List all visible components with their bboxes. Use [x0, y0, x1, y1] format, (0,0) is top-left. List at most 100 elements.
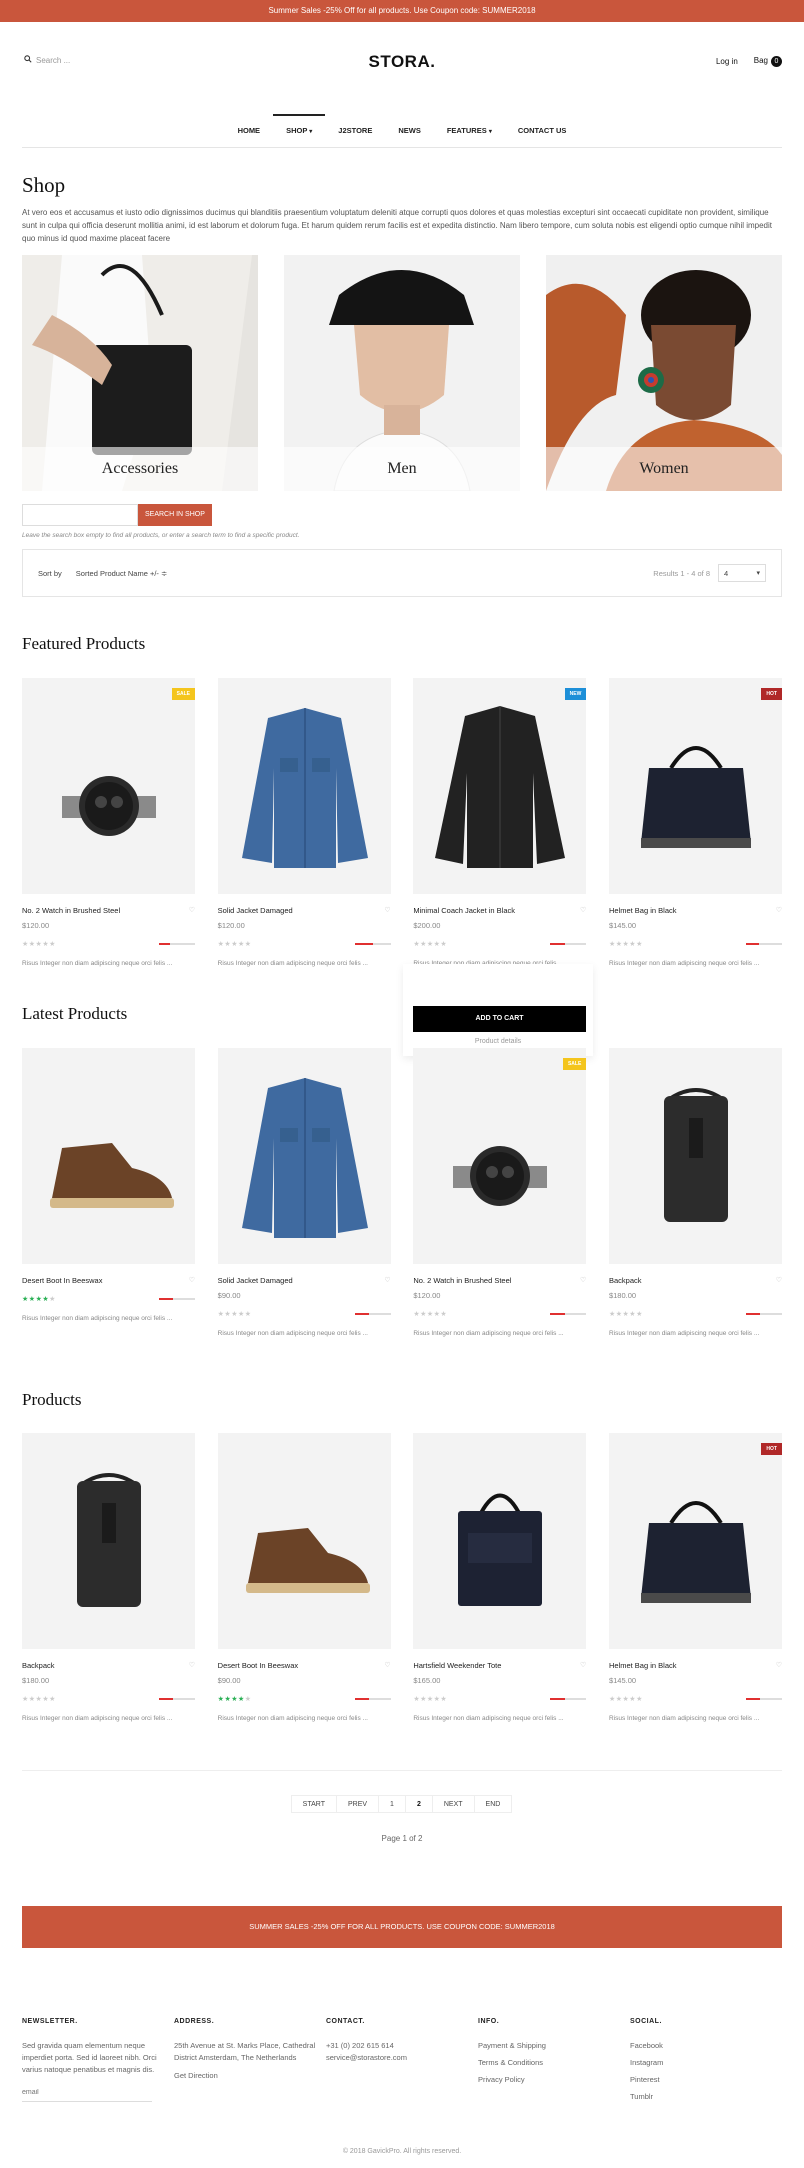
- contact-phone[interactable]: +31 (0) 202 615 614: [326, 2040, 478, 2052]
- social-instagram[interactable]: Instagram: [630, 2057, 782, 2069]
- product-image[interactable]: HOT: [608, 1433, 782, 1649]
- product-card[interactable]: Backpack ♡ $180.00 ★★★★★ Risus Integer no…: [608, 1048, 782, 1337]
- denim-jacket-image: [241, 708, 368, 868]
- product-card[interactable]: SALE No. 2 Watch in Brushed Steel ♡ $120.…: [22, 678, 195, 967]
- tote-image: [458, 1493, 543, 1606]
- page-end[interactable]: END: [473, 1795, 513, 1813]
- stock-bar: [159, 1298, 195, 1300]
- product-image[interactable]: [217, 1048, 391, 1264]
- page-2[interactable]: 2: [404, 1795, 433, 1813]
- rating-stars: ★★★★★: [608, 1311, 643, 1318]
- newsletter-email-input[interactable]: [22, 2084, 152, 2102]
- nav-news[interactable]: NEWS: [385, 114, 434, 147]
- product-name[interactable]: Solid Jacket Damaged: [218, 906, 293, 915]
- heart-icon[interactable]: ♡: [776, 906, 782, 915]
- page-1[interactable]: 1: [378, 1795, 406, 1813]
- product-name[interactable]: Desert Boot In Beeswax: [22, 1276, 102, 1285]
- search-in-shop-button[interactable]: SEARCH IN SHOP: [138, 504, 212, 526]
- product-image[interactable]: SALE: [413, 1048, 587, 1264]
- product-card[interactable]: Desert Boot In Beeswax ♡ $90.00 ★★★★★ Ris…: [217, 1433, 391, 1722]
- site-logo[interactable]: STORA.: [369, 52, 436, 72]
- product-name[interactable]: Helmet Bag in Black: [609, 1661, 677, 1670]
- page-start[interactable]: START: [290, 1795, 337, 1813]
- get-direction-link[interactable]: Get Direction: [174, 2070, 326, 2082]
- product-card[interactable]: Solid Jacket Damaged ♡ $90.00 ★★★★★ Risus…: [217, 1048, 391, 1337]
- product-image[interactable]: [217, 678, 391, 894]
- category-men[interactable]: Men: [284, 255, 520, 491]
- product-name[interactable]: Helmet Bag in Black: [609, 906, 677, 915]
- heart-icon[interactable]: ♡: [580, 906, 586, 915]
- footer-heading: INFO.: [478, 2018, 500, 2025]
- product-name[interactable]: Backpack: [609, 1276, 642, 1285]
- heart-icon[interactable]: ♡: [384, 906, 390, 915]
- product-name[interactable]: Backpack: [22, 1661, 55, 1670]
- product-card[interactable]: HOT Helmet Bag in Black ♡ $145.00 ★★★★★ R…: [608, 678, 782, 967]
- nav-features[interactable]: FEATURES ▾: [434, 114, 505, 147]
- product-description: Risus Integer non diam adipiscing neque …: [217, 1715, 368, 1722]
- social-facebook[interactable]: Facebook: [630, 2040, 782, 2052]
- product-card[interactable]: NEW Minimal Coach Jacket in Black ♡ $200.…: [413, 678, 587, 967]
- product-card[interactable]: SALE No. 2 Watch in Brushed Steel ♡ $120.…: [413, 1048, 587, 1337]
- footer-heading: NEWSLETTER.: [22, 2018, 78, 2025]
- product-name[interactable]: No. 2 Watch in Brushed Steel: [413, 1276, 511, 1285]
- bag-label[interactable]: Bag: [754, 56, 768, 65]
- desert-boot-image: [245, 1528, 370, 1593]
- social-pinterest[interactable]: Pinterest: [630, 2074, 782, 2086]
- heart-icon[interactable]: ♡: [189, 1276, 195, 1285]
- heart-icon[interactable]: ♡: [384, 1276, 390, 1285]
- page-next[interactable]: NEXT: [431, 1795, 475, 1813]
- header-search[interactable]: Search ...: [24, 55, 70, 65]
- product-name[interactable]: Hartsfield Weekender Tote: [413, 1661, 501, 1670]
- product-card[interactable]: Desert Boot In Beeswax ♡ ★★★★★ Risus Inte…: [22, 1048, 195, 1337]
- product-name[interactable]: Minimal Coach Jacket in Black: [413, 906, 515, 915]
- product-image[interactable]: HOT: [608, 678, 782, 894]
- bag-count-badge: 0: [771, 56, 782, 67]
- product-image[interactable]: [22, 1433, 195, 1649]
- bag-link[interactable]: Bag 0: [754, 56, 782, 67]
- product-image[interactable]: [413, 1433, 587, 1649]
- contact-email[interactable]: service@storastore.com: [326, 2052, 478, 2064]
- heart-icon[interactable]: ♡: [189, 906, 195, 915]
- product-image[interactable]: SALE: [22, 678, 195, 894]
- product-card[interactable]: Hartsfield Weekender Tote ♡ $165.00 ★★★★★…: [413, 1433, 587, 1722]
- category-tiles: Accessories Men Women: [22, 255, 782, 491]
- product-details-link[interactable]: Product details: [403, 1038, 593, 1045]
- product-image[interactable]: [217, 1433, 391, 1649]
- product-image[interactable]: [608, 1048, 782, 1264]
- nav-shop[interactable]: SHOP ▾: [273, 114, 326, 147]
- heart-icon[interactable]: ♡: [776, 1661, 782, 1670]
- heart-icon[interactable]: ♡: [189, 1661, 195, 1670]
- page-prev[interactable]: PREV: [335, 1795, 380, 1813]
- product-name[interactable]: Desert Boot In Beeswax: [218, 1661, 298, 1670]
- product-image[interactable]: [22, 1048, 195, 1264]
- search-icon[interactable]: [24, 55, 32, 65]
- product-image[interactable]: NEW: [413, 678, 587, 894]
- stock-bar: [550, 943, 587, 945]
- info-link-payment[interactable]: Payment & Shipping: [478, 2040, 630, 2052]
- product-card[interactable]: Solid Jacket Damaged ♡ $120.00 ★★★★★ Risu…: [217, 678, 391, 967]
- category-women[interactable]: Women: [546, 255, 782, 491]
- new-badge: NEW: [564, 688, 587, 700]
- info-link-terms[interactable]: Terms & Conditions: [478, 2057, 630, 2069]
- search-placeholder[interactable]: Search ...: [36, 56, 70, 65]
- product-card[interactable]: Backpack ♡ $180.00 ★★★★★ Risus Integer no…: [22, 1433, 195, 1722]
- heart-icon[interactable]: ♡: [580, 1661, 586, 1670]
- product-name[interactable]: No. 2 Watch in Brushed Steel: [22, 906, 120, 915]
- heart-icon[interactable]: ♡: [776, 1276, 782, 1285]
- shop-search-input[interactable]: [22, 504, 138, 526]
- add-to-cart-button[interactable]: ADD TO CART: [413, 1006, 586, 1032]
- social-tumblr[interactable]: Tumblr: [630, 2091, 782, 2103]
- heart-icon[interactable]: ♡: [580, 1276, 586, 1285]
- sort-select[interactable]: Sorted Product Name +/- ≑: [76, 569, 168, 578]
- login-link[interactable]: Log in: [716, 57, 738, 66]
- nav-home[interactable]: HOME: [225, 114, 274, 147]
- limit-select[interactable]: 4: [718, 564, 766, 583]
- product-card[interactable]: HOT Helmet Bag in Black ♡ $145.00 ★★★★★ R…: [608, 1433, 782, 1722]
- category-accessories[interactable]: Accessories: [22, 255, 258, 491]
- stock-bar: [354, 943, 391, 945]
- nav-contact-us[interactable]: CONTACT US: [505, 114, 580, 147]
- info-link-privacy[interactable]: Privacy Policy: [478, 2074, 630, 2086]
- heart-icon[interactable]: ♡: [384, 1661, 390, 1670]
- nav-j2store[interactable]: J2STORE: [325, 114, 385, 147]
- product-name[interactable]: Solid Jacket Damaged: [218, 1276, 293, 1285]
